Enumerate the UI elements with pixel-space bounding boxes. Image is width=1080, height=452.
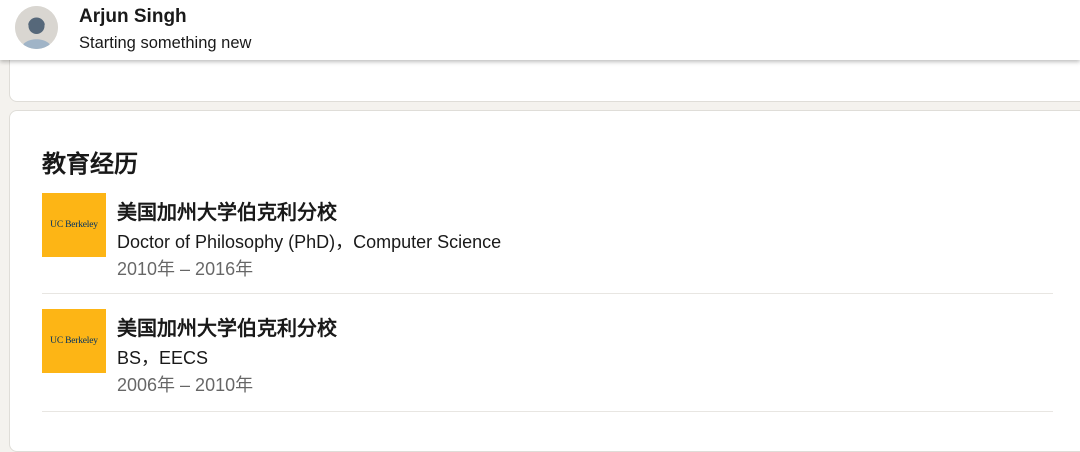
school-name[interactable]: 美国加州大学伯克利分校 xyxy=(117,312,337,341)
divider xyxy=(42,293,1053,294)
school-logo-text: UC Berkeley xyxy=(50,220,98,230)
section-title: 教育经历 xyxy=(42,151,138,178)
person-silhouette-icon xyxy=(15,6,58,49)
school-name[interactable]: 美国加州大学伯克利分校 xyxy=(117,196,337,225)
sticky-profile-header: Arjun Singh Starting something new xyxy=(0,0,1080,60)
date-range: 2006年 – 2010年 xyxy=(117,375,254,395)
school-logo[interactable]: UC Berkeley xyxy=(42,309,106,373)
degree: BS，EECS xyxy=(117,348,209,368)
profile-headline: Starting something new xyxy=(79,34,252,52)
avatar[interactable] xyxy=(15,6,58,49)
profile-name[interactable]: Arjun Singh xyxy=(79,6,187,28)
date-range: 2010年 – 2016年 xyxy=(117,259,254,279)
divider xyxy=(42,411,1053,412)
education-section-card: 教育经历 UC Berkeley 美国加州大学伯克利分校 Doctor of P… xyxy=(9,110,1080,452)
school-logo[interactable]: UC Berkeley xyxy=(42,193,106,257)
school-logo-text: UC Berkeley xyxy=(50,336,98,346)
degree: Doctor of Philosophy (PhD)，Computer Scie… xyxy=(117,232,502,252)
